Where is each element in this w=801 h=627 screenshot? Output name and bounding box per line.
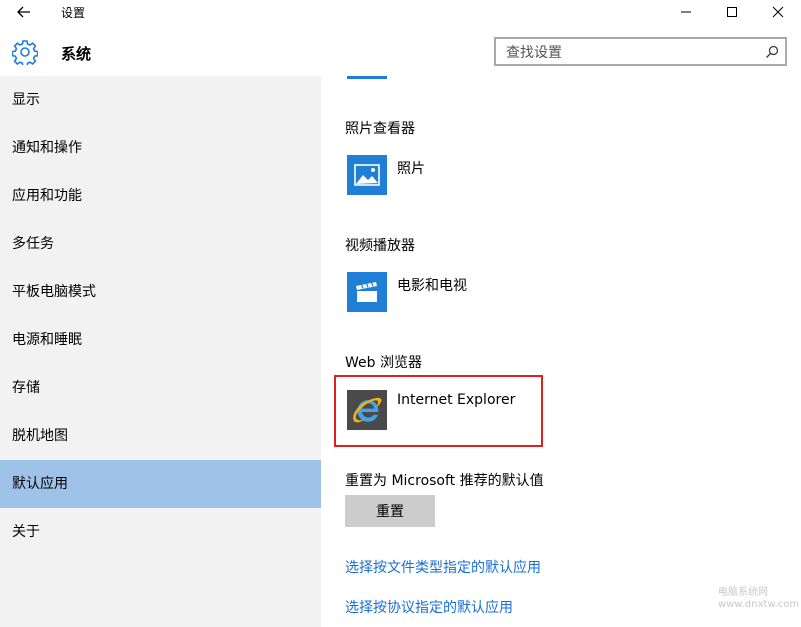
sidebar-item-power-sleep[interactable]: 电源和睡眠 [0, 316, 321, 364]
minimize-button[interactable] [663, 0, 709, 24]
sidebar-item-label: 通知和操作 [12, 140, 82, 156]
title-bar: 设置 [0, 0, 801, 24]
movies-tv-icon [356, 280, 377, 302]
movies-tv-app-name[interactable]: 电影和电视 [397, 275, 467, 295]
web-browser-heading: Web 浏览器 [345, 355, 422, 371]
sidebar-item-label: 平板电脑模式 [12, 284, 96, 300]
movies-tv-app-tile[interactable] [347, 272, 387, 312]
video-player-heading: 视频播放器 [345, 238, 415, 254]
sidebar-item-label: 脱机地图 [12, 428, 68, 444]
close-icon [772, 6, 784, 18]
search-input[interactable] [504, 42, 758, 63]
maximize-icon [727, 7, 737, 17]
photos-icon [354, 164, 380, 186]
choose-by-file-type-link[interactable]: 选择按文件类型指定的默认应用 [345, 557, 541, 577]
sidebar-item-label: 应用和功能 [12, 188, 82, 204]
photo-viewer-heading: 照片查看器 [345, 121, 415, 137]
sidebar-item-apps-features[interactable]: 应用和功能 [0, 172, 321, 220]
app-tile-partial [347, 76, 387, 79]
reset-description: 重置为 Microsoft 推荐的默认值 [345, 473, 544, 489]
sidebar-item-label: 显示 [12, 92, 40, 108]
sidebar-item-notifications[interactable]: 通知和操作 [0, 124, 321, 172]
reset-button[interactable]: 重置 [345, 495, 435, 527]
sidebar-item-default-apps[interactable]: 默认应用 [0, 460, 321, 508]
sidebar-item-label: 存储 [12, 380, 40, 396]
back-button[interactable] [14, 2, 34, 22]
internet-explorer-app-name[interactable]: Internet Explorer [397, 392, 515, 408]
photos-app-tile[interactable] [347, 155, 387, 195]
settings-header: 系统 [0, 24, 801, 76]
choose-by-protocol-link[interactable]: 选择按协议指定的默认应用 [345, 597, 513, 617]
sidebar-item-label: 关于 [12, 524, 40, 540]
sidebar-item-label: 电源和睡眠 [12, 332, 82, 348]
back-arrow-icon [17, 6, 30, 18]
watermark: 电脑系统网 www.dnxtw.com [718, 587, 799, 611]
close-button[interactable] [755, 0, 801, 24]
minimize-icon [681, 11, 691, 13]
photos-app-name[interactable]: 照片 [397, 158, 425, 178]
gear-icon [12, 40, 38, 65]
watermark-line1: 电脑系统网 [718, 587, 768, 598]
sidebar-item-label: 多任务 [12, 236, 54, 252]
sidebar-item-about[interactable]: 关于 [0, 508, 321, 556]
internet-explorer-app-tile[interactable] [347, 390, 387, 430]
sidebar-item-display[interactable]: 显示 [0, 76, 321, 124]
main-content: 照片查看器 照片 视频播放器 电影和电视 Web 浏览器 Internet Ex… [321, 76, 801, 627]
search-box[interactable] [494, 37, 787, 66]
sidebar-item-offline-maps[interactable]: 脱机地图 [0, 412, 321, 460]
sidebar: 显示 通知和操作 应用和功能 多任务 平板电脑模式 电源和睡眠 存储 脱机地图 … [0, 76, 321, 627]
watermark-line2: www.dnxtw.com [718, 599, 800, 610]
internet-explorer-icon [353, 397, 382, 423]
page-title: 系统 [61, 45, 92, 63]
sidebar-item-label: 默认应用 [12, 476, 68, 492]
sidebar-item-storage[interactable]: 存储 [0, 364, 321, 412]
window-title: 设置 [61, 6, 86, 20]
search-icon[interactable] [765, 45, 779, 59]
sidebar-item-multitasking[interactable]: 多任务 [0, 220, 321, 268]
maximize-button[interactable] [709, 0, 755, 24]
sidebar-item-tablet-mode[interactable]: 平板电脑模式 [0, 268, 321, 316]
